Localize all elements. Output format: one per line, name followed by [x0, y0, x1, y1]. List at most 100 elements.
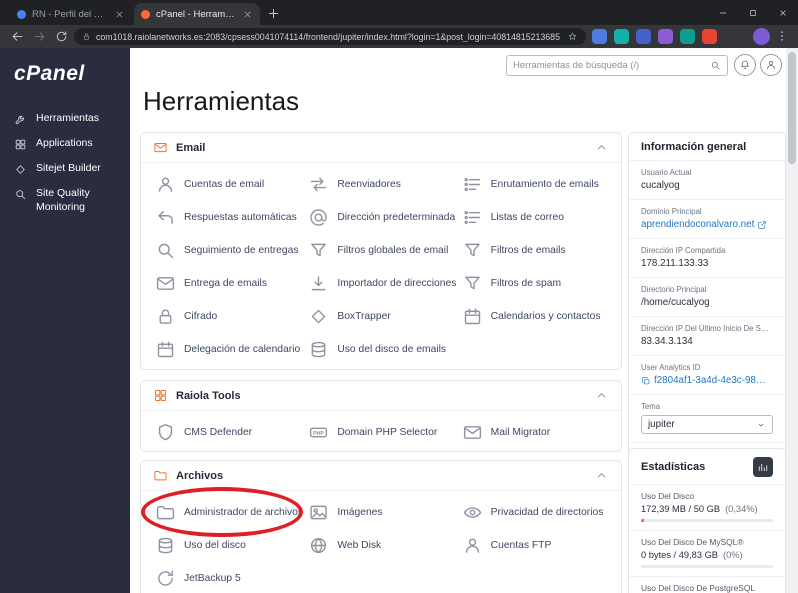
- stat-progress-bar: [641, 565, 773, 568]
- scrollbar-thumb[interactable]: [788, 52, 796, 164]
- sidebar-item-sitejet-builder[interactable]: Sitejet Builder: [0, 158, 130, 180]
- stat-value: 0 bytes / 49,83 GB (0%): [641, 550, 743, 560]
- ssl-lock-icon[interactable]: [82, 32, 91, 41]
- refresh-button[interactable]: [54, 29, 69, 44]
- tool-calendarios-y-contactos[interactable]: Calendarios y contactos: [458, 300, 611, 333]
- tab-close-icon[interactable]: [242, 9, 253, 20]
- screen: RN - Perfil del cliente cPanel - Herrami…: [0, 0, 798, 593]
- extension-icon-indigo[interactable]: [636, 29, 651, 44]
- tool-privacidad-de-directorios[interactable]: Privacidad de directorios: [458, 496, 611, 529]
- tool-administrador-de-archivos[interactable]: Administrador de archivos: [151, 496, 304, 529]
- collapse-chevron-icon[interactable]: [594, 388, 609, 403]
- address-bar[interactable]: com1018.raiolanetworks.es:2083/cpsess004…: [74, 28, 586, 45]
- tab-close-icon[interactable]: [114, 9, 125, 20]
- tool-filtros-de-spam[interactable]: Filtros de spam: [458, 267, 611, 300]
- info-label: Dominio Principal: [641, 207, 702, 216]
- tool-delegacion-de-calendario[interactable]: Delegación de calendario: [151, 333, 304, 366]
- tool-boxtrapper[interactable]: BoxTrapper: [304, 300, 457, 333]
- extension-icon-purple[interactable]: [658, 29, 673, 44]
- tool-enrutamiento-de-emails[interactable]: Enrutamiento de emails: [458, 168, 611, 201]
- new-tab-button[interactable]: [266, 6, 281, 21]
- tool-label: Domain PHP Selector: [337, 427, 438, 438]
- notifications-button[interactable]: [734, 54, 756, 76]
- extension-icon-green[interactable]: [680, 29, 695, 44]
- images-icon: [308, 502, 329, 523]
- info-value: cucalyog: [641, 180, 680, 191]
- tool-imagenes[interactable]: Imágenes: [304, 496, 457, 529]
- minimize-button[interactable]: [708, 0, 738, 25]
- bookmark-star-icon[interactable]: [567, 31, 578, 42]
- page-scrollbar[interactable]: [786, 48, 798, 593]
- collapse-chevron-icon[interactable]: [594, 140, 609, 155]
- mailing-lists-icon: [462, 207, 483, 228]
- search-icon: [710, 60, 721, 71]
- tool-web-disk[interactable]: Web Disk: [304, 529, 457, 562]
- tool-mail-migrator[interactable]: Mail Migrator: [458, 416, 611, 449]
- tool-seguimiento-de-entregas[interactable]: Seguimiento de entregas: [151, 234, 304, 267]
- tool-cuentas-de-email[interactable]: Cuentas de email: [151, 168, 304, 201]
- sidebar-item-label: Applications: [36, 137, 93, 149]
- tool-reenviadores[interactable]: Reenviadores: [304, 168, 457, 201]
- tool-label: Cuentas FTP: [490, 540, 552, 551]
- tool-filtros-de-emails[interactable]: Filtros de emails: [458, 234, 611, 267]
- back-button[interactable]: [10, 29, 25, 44]
- forward-button[interactable]: [32, 29, 47, 44]
- statistics-toggle-button[interactable]: [753, 457, 773, 477]
- section-header-archivos[interactable]: Archivos: [141, 461, 621, 491]
- sidebar-item-site-quality-monitoring[interactable]: Site Quality Monitoring: [0, 183, 130, 218]
- email-deliverability-icon: [155, 273, 176, 294]
- tool-direccion-predeterminada[interactable]: Dirección predeterminada: [304, 201, 457, 234]
- profile-avatar[interactable]: [753, 28, 770, 45]
- tool-label: Web Disk: [337, 540, 382, 551]
- info-field-dominio-principal: Dominio Principal aprendiendoconalvaro.ne…: [629, 199, 785, 238]
- browser-tab-cpanel[interactable]: cPanel - Herramientas: [134, 3, 260, 25]
- jetbackup-icon: [155, 568, 176, 589]
- browser-menu-button[interactable]: [775, 29, 789, 43]
- tool-domain-php-selector[interactable]: PHP Domain PHP Selector: [304, 416, 457, 449]
- extension-icon-teal[interactable]: [614, 29, 629, 44]
- tool-importador-de-direcciones[interactable]: Importador de direcciones: [304, 267, 457, 300]
- tab-title: RN - Perfil del cliente: [32, 8, 108, 20]
- extensions-row: [592, 29, 717, 44]
- tool-jetbackup-5[interactable]: JetBackup 5: [151, 562, 304, 593]
- extension-icon-blue[interactable]: [592, 29, 607, 44]
- info-link[interactable]: f2804af1-3a4d-4e3c-98…: [641, 375, 773, 386]
- account-button[interactable]: [760, 54, 782, 76]
- cpanel-sidebar: cPanel Herramientas Applications Sitejet B…: [0, 48, 130, 593]
- info-panel-header: Información general: [629, 133, 785, 160]
- close-button[interactable]: [768, 0, 798, 25]
- section-header-email[interactable]: Email: [141, 133, 621, 163]
- file-manager-icon: [155, 502, 176, 523]
- tools-icon: [14, 113, 27, 126]
- browser-tab-client-profile[interactable]: RN - Perfil del cliente: [10, 3, 132, 25]
- extension-icon-red[interactable]: [702, 29, 717, 44]
- tool-uso-del-disco-de-emails[interactable]: Uso del disco de emails: [304, 333, 457, 366]
- theme-select[interactable]: jupiter: [641, 415, 773, 434]
- spam-filters-icon: [462, 273, 483, 294]
- tool-listas-de-correo[interactable]: Listas de correo: [458, 201, 611, 234]
- tool-filtros-globales-de-email[interactable]: Filtros globales de email: [304, 234, 457, 267]
- info-link[interactable]: aprendiendoconalvaro.net: [641, 219, 773, 230]
- chart-icon: [757, 461, 769, 473]
- web-disk-icon: [308, 535, 329, 556]
- tool-label: Imágenes: [337, 507, 383, 518]
- email-accounts-icon: [155, 174, 176, 195]
- info-field-tema: Tema jupiter: [629, 394, 785, 442]
- section-header-raiola-tools[interactable]: Raiola Tools: [141, 381, 621, 411]
- info-label: Tema: [641, 402, 661, 411]
- tool-cms-defender[interactable]: CMS Defender: [151, 416, 304, 449]
- sidebar-item-herramientas[interactable]: Herramientas: [0, 108, 130, 130]
- collapse-chevron-icon[interactable]: [594, 468, 609, 483]
- tool-cuentas-ftp[interactable]: Cuentas FTP: [458, 529, 611, 562]
- tool-uso-del-disco[interactable]: Uso del disco: [151, 529, 304, 562]
- tool-cifrado[interactable]: Cifrado: [151, 300, 304, 333]
- tool-label: Dirección predeterminada: [337, 212, 456, 223]
- window-controls: [708, 0, 798, 25]
- search-input[interactable]: [513, 60, 710, 71]
- tools-search[interactable]: [506, 55, 728, 76]
- maximize-button[interactable]: [738, 0, 768, 25]
- tool-entrega-de-emails[interactable]: Entrega de emails: [151, 267, 304, 300]
- external-link-icon: [757, 220, 767, 230]
- tool-respuestas-automaticas[interactable]: Respuestas automáticas: [151, 201, 304, 234]
- sidebar-item-applications[interactable]: Applications: [0, 133, 130, 155]
